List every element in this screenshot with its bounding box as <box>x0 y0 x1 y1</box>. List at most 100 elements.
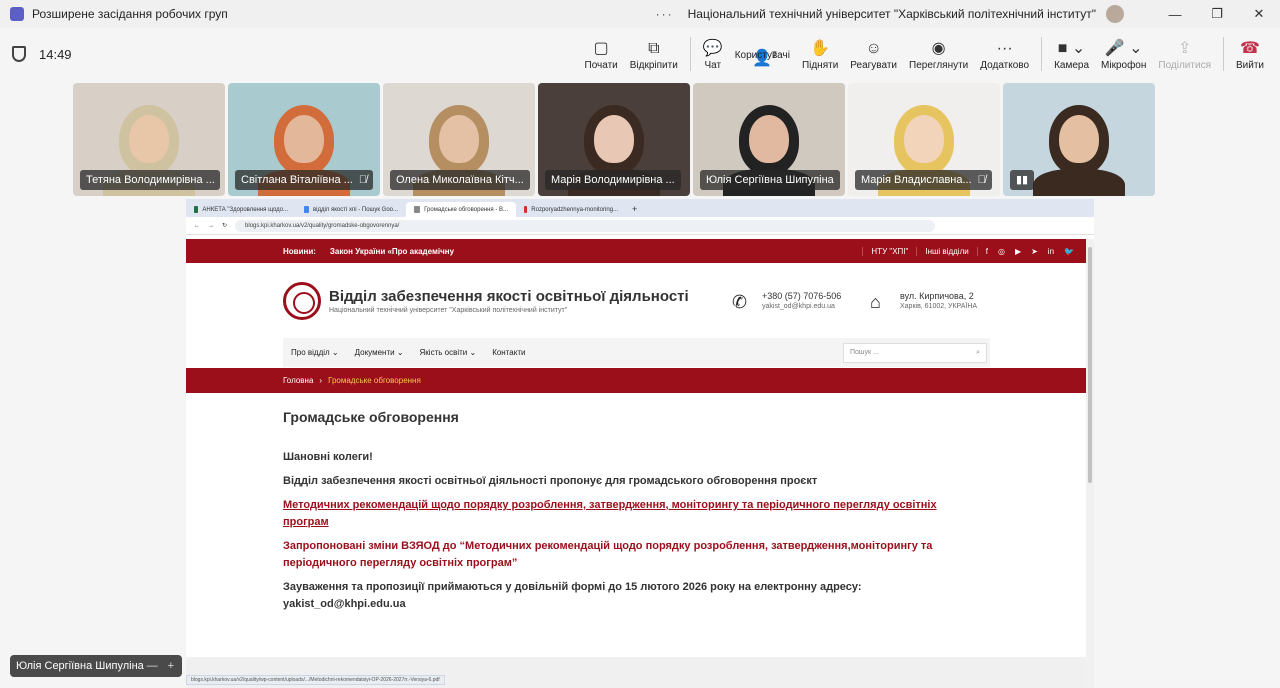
participant-name: Олена Миколаївна Кітч... <box>390 170 530 190</box>
minimize-self-view-icon[interactable]: — <box>147 660 158 672</box>
chat-icon: 💬 <box>702 39 723 57</box>
people-button[interactable]: 👤 7 Користувачі <box>729 28 796 80</box>
page-scrollbar[interactable] <box>1086 239 1094 688</box>
new-tab-icon[interactable]: + <box>632 204 637 214</box>
chat-button[interactable]: 💬 Чат <box>697 28 729 80</box>
browser-tab[interactable]: АНКЕТА "Здоровлення щодо... <box>186 202 296 217</box>
participant-gallery: Тетяна Володимирівна ... Світлана Віталії… <box>73 83 1155 196</box>
participant-name: Марія Владиславна... 🎙̸ <box>855 170 992 190</box>
add-icon[interactable]: + <box>168 660 174 672</box>
contact-address: вул. Кирпичова, 2 Харків, 61002, УКРАЇНА <box>900 291 978 310</box>
social-icon[interactable]: 🐦 <box>1064 247 1074 256</box>
button-label: Реагувати <box>850 59 898 71</box>
tab-favicon-icon <box>194 206 199 213</box>
browser-tab[interactable]: Rozporyadzhennya-monitoring... <box>516 202 626 217</box>
microphone-icon: 🎤 ⌄ <box>1104 39 1143 57</box>
nav-documents[interactable]: Документи ⌄ <box>347 348 412 357</box>
participant-tile[interactable]: Олена Миколаївна Кітч... <box>383 83 535 196</box>
intro-text: Відділ забезпечення якості освітньої дія… <box>283 475 818 487</box>
home-icon: ⌂ <box>870 292 881 312</box>
proposed-changes-link[interactable]: Запропоновані зміни ВЗЯОД до “Методичних… <box>283 538 973 572</box>
teams-icon <box>10 7 24 21</box>
tab-favicon-icon <box>304 206 309 213</box>
tab-favicon-icon <box>414 206 421 213</box>
record-button[interactable]: ▢ Почати <box>579 28 624 80</box>
leave-button[interactable]: ☎ Вийти <box>1230 28 1270 80</box>
site-subtitle: Національний технічний університет "Харк… <box>329 307 568 314</box>
site-topbar: Новини: Закон України «Про академічну НТ… <box>186 239 1086 263</box>
button-label: Переглянути <box>909 59 969 71</box>
browser-tab[interactable]: Громадське обговорення - В... <box>406 202 516 217</box>
page-content: Громадське обговорення Шановні колеги! В… <box>283 409 973 620</box>
news-ticker[interactable]: Закон України «Про академічну <box>330 247 454 256</box>
nav-quality[interactable]: Якість освіти ⌄ <box>412 348 485 357</box>
participant-face <box>439 115 479 163</box>
tab-favicon-icon <box>524 206 528 213</box>
mic-button[interactable]: 🎤 ⌄ Мікрофон <box>1095 28 1152 80</box>
nav-contacts[interactable]: Контакти <box>484 348 533 357</box>
reload-icon[interactable]: ↻ <box>222 222 227 229</box>
raise-hand-icon: ✋ <box>810 39 831 57</box>
participant-tile[interactable]: Юлія Сергіївна Шипуліна <box>693 83 845 196</box>
breadcrumb-current: Громадське обговорення <box>328 376 421 385</box>
button-label: Відкріпити <box>629 59 678 71</box>
site-title[interactable]: Відділ забезпечення якості освітньої дія… <box>329 288 689 305</box>
mic-muted-icon: 🎙̸ <box>358 174 368 186</box>
phone-icon: ✆ <box>732 292 748 312</box>
participant-tile[interactable]: Тетяна Володимирівна ... <box>73 83 225 196</box>
participant-face <box>749 115 789 163</box>
unpin-button[interactable]: ⧉ Відкріпити <box>624 28 684 80</box>
participant-tile[interactable]: Світлана Віталіївна ... 🎙̸ <box>228 83 380 196</box>
camera-button[interactable]: ■ ⌄ Камера <box>1048 28 1095 80</box>
forward-icon[interactable]: → <box>208 223 214 229</box>
close-icon[interactable]: ✕ <box>1238 6 1280 22</box>
other-departments-link[interactable]: Інші відділи <box>916 246 976 256</box>
url-field[interactable]: blogs.kpi.kharkov.ua/v2/quality/gromadsk… <box>235 219 936 232</box>
recommendations-link[interactable]: Методичних рекомендацій щодо порядку роз… <box>283 497 973 531</box>
social-icon[interactable]: ➤ <box>1031 247 1038 256</box>
nav-about[interactable]: Про відділ ⌄ <box>283 348 347 357</box>
mic-muted-icon: 🎙̸ <box>977 174 986 186</box>
social-icon[interactable]: in <box>1048 247 1054 256</box>
share-button[interactable]: ⇪ Поділитися <box>1152 28 1217 80</box>
site-header: Відділ забезпечення якості освітньої дія… <box>283 281 993 321</box>
participant-tile[interactable]: ▮▮ <box>1003 83 1155 196</box>
participant-tile[interactable]: Марія Володимирівна ... <box>538 83 690 196</box>
breadcrumb-home[interactable]: Головна <box>283 376 313 385</box>
maximize-icon[interactable]: ❐ <box>1196 6 1238 22</box>
deadline-text: Зауваження та пропозиції приймаються у д… <box>283 581 862 610</box>
account-avatar[interactable] <box>1106 5 1124 23</box>
participant-face <box>904 115 944 163</box>
university-seal-logo[interactable] <box>283 282 321 320</box>
ntu-link[interactable]: НТУ "ХПІ" <box>862 246 916 256</box>
scrollbar-thumb[interactable] <box>1088 247 1092 483</box>
greeting: Шановні колеги! <box>283 451 373 463</box>
view-button[interactable]: ◉ Переглянути <box>903 28 974 80</box>
participant-tile[interactable]: Марія Владиславна... 🎙̸ <box>848 83 1000 196</box>
site-search-input[interactable]: Пошук ... ⌕ <box>843 342 987 363</box>
self-view-name: Юлія Сергіївна Шипуліна <box>16 660 144 672</box>
unpin-icon: ⧉ <box>648 39 660 57</box>
news-label: Новини: <box>283 246 316 256</box>
more-button[interactable]: ··· Додатково <box>974 28 1035 80</box>
browser-tab[interactable]: відділ якості хпі - Пошук Goo... <box>296 202 406 217</box>
social-icon[interactable]: ◎ <box>998 247 1005 256</box>
social-icon[interactable]: f <box>986 247 988 256</box>
social-links: f ◎ ▶ ➤ in 🐦 <box>976 246 1086 256</box>
button-label: Додатково <box>980 59 1030 71</box>
self-view-bar[interactable]: Юлія Сергіївна Шипуліна — + <box>10 655 182 677</box>
more-options-button[interactable]: ··· <box>656 7 674 21</box>
button-label: Почати <box>584 59 618 71</box>
hang-up-icon: ☎ <box>1240 39 1260 57</box>
raise-hand-button[interactable]: ✋ Підняти <box>796 28 844 80</box>
social-icon[interactable]: ▶ <box>1015 247 1021 256</box>
minimize-icon[interactable]: — <box>1154 7 1196 22</box>
button-label: Чат <box>704 59 722 71</box>
search-icon[interactable]: ⌕ <box>976 349 980 357</box>
react-icon: ☺ <box>865 39 882 57</box>
back-icon[interactable]: ← <box>194 223 200 229</box>
participant-name: Юлія Сергіївна Шипуліна <box>700 170 840 190</box>
meeting-time: 14:49 <box>39 46 72 62</box>
react-button[interactable]: ☺ Реагувати <box>844 28 903 80</box>
breadcrumb: Головна › Громадське обговорення <box>186 368 1086 393</box>
